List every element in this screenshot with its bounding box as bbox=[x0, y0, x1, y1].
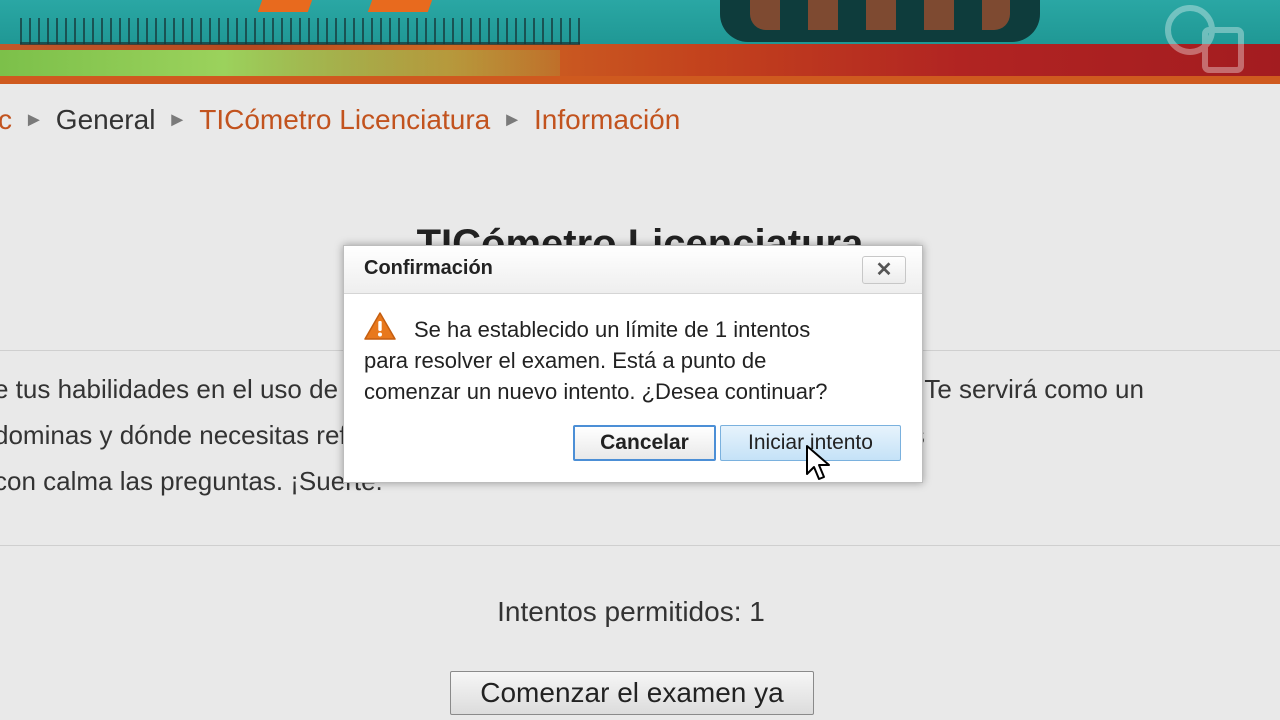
banner-ruler-graphic bbox=[20, 18, 580, 44]
banner-ruler-base bbox=[20, 42, 580, 45]
banner-bottom-border bbox=[0, 76, 1280, 84]
close-icon: ✕ bbox=[875, 259, 893, 281]
page: c ► General ► TICómetro Licenciatura ► I… bbox=[0, 0, 1280, 720]
dialog-header: Confirmación ✕ bbox=[344, 246, 922, 294]
lock-watermark-icon bbox=[1165, 5, 1244, 73]
breadcrumb-item-course[interactable]: TICómetro Licenciatura bbox=[199, 104, 490, 136]
start-exam-button[interactable]: Comenzar el examen ya bbox=[450, 671, 814, 715]
breadcrumb-separator-icon: ► bbox=[24, 108, 44, 131]
message-line: comenzar un nuevo intento. ¿Desea contin… bbox=[364, 379, 828, 404]
dialog-title: Confirmación bbox=[364, 257, 493, 279]
divider bbox=[0, 545, 1280, 546]
banner-orange-tab bbox=[367, 0, 433, 12]
attempts-allowed: Intentos permitidos: 1 bbox=[497, 596, 765, 627]
breadcrumb-separator-icon: ► bbox=[167, 108, 188, 131]
site-logo bbox=[720, 0, 1040, 42]
site-header-banner bbox=[0, 0, 1280, 84]
message-line: para resolver el examen. Está a punto de bbox=[364, 348, 767, 373]
breadcrumb-separator-icon: ► bbox=[502, 108, 523, 131]
message-line: Se ha establecido un límite de 1 intento… bbox=[414, 317, 811, 342]
banner-stripe-green bbox=[0, 50, 560, 76]
banner-orange-tab bbox=[257, 0, 313, 12]
breadcrumb-item-general[interactable]: General bbox=[56, 104, 156, 136]
breadcrumb-item-previous[interactable]: c bbox=[0, 104, 12, 136]
breadcrumb: c ► General ► TICómetro Licenciatura ► I… bbox=[0, 100, 680, 140]
cancel-button[interactable]: Cancelar bbox=[573, 425, 716, 461]
dialog-message: Se ha establecido un límite de 1 intento… bbox=[364, 314, 904, 407]
breadcrumb-item-info[interactable]: Información bbox=[534, 104, 680, 136]
mouse-cursor-icon bbox=[806, 445, 830, 480]
close-button[interactable]: ✕ bbox=[862, 256, 906, 284]
confirmation-dialog: Confirmación ✕ Se ha establecido un lími… bbox=[343, 245, 923, 483]
